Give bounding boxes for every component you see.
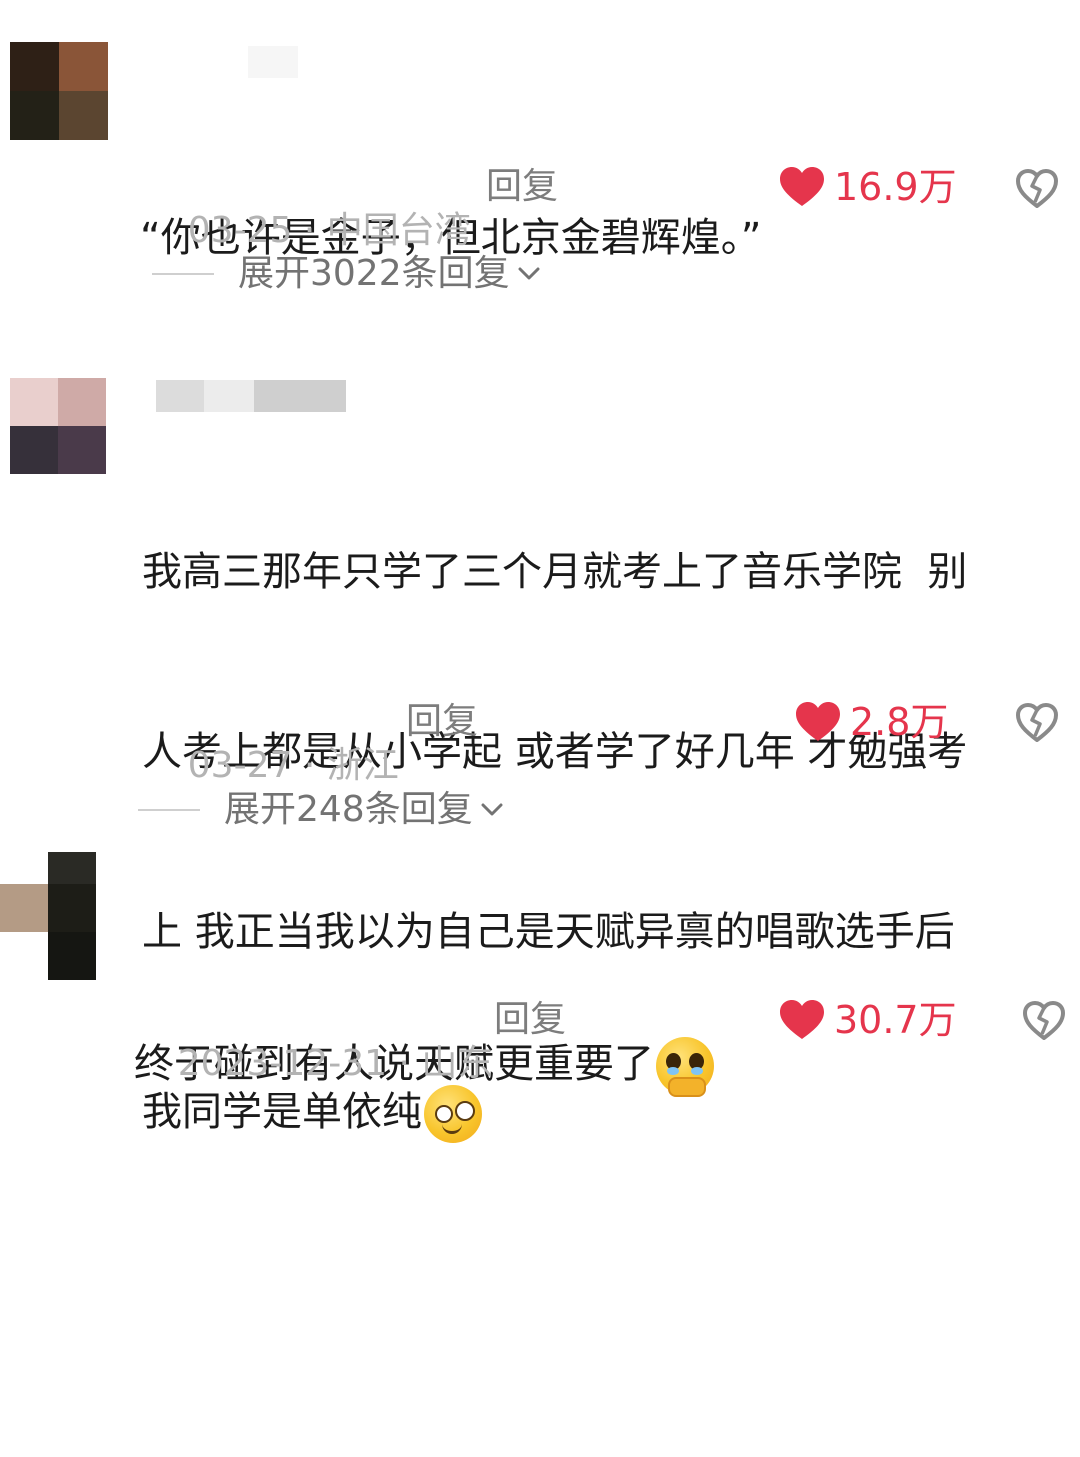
comment-3: 终于碰到有人说天赋更重要了 2023-12-31 · 山东 回复 30.7万 [0, 0, 1080, 1097]
like-count: 30.7万 [834, 998, 957, 1042]
comment-location: 山东 [421, 1043, 494, 1084]
avatar-tile [48, 932, 96, 980]
heart-icon [780, 1000, 824, 1039]
comment-date: 2023-12-31 [177, 1043, 387, 1084]
emoji-tear [667, 1067, 679, 1075]
avatar-tile [48, 884, 96, 932]
meta-separator: · [387, 1043, 422, 1084]
comment-meta: 2023-12-31 · 山东 [132, 998, 494, 1130]
emoji-hands [668, 1077, 706, 1097]
broken-heart-icon[interactable] [1022, 1000, 1066, 1042]
avatar-tile [0, 884, 48, 932]
like-button[interactable]: 30.7万 [778, 998, 957, 1042]
avatar[interactable] [0, 852, 96, 980]
avatar-tile [0, 852, 48, 884]
emoji-tear [691, 1067, 703, 1075]
avatar-tile [0, 932, 48, 980]
avatar-tile [48, 852, 96, 884]
reply-button[interactable]: 回复 [494, 998, 566, 1042]
holding-back-tears-emoji [656, 1037, 714, 1097]
